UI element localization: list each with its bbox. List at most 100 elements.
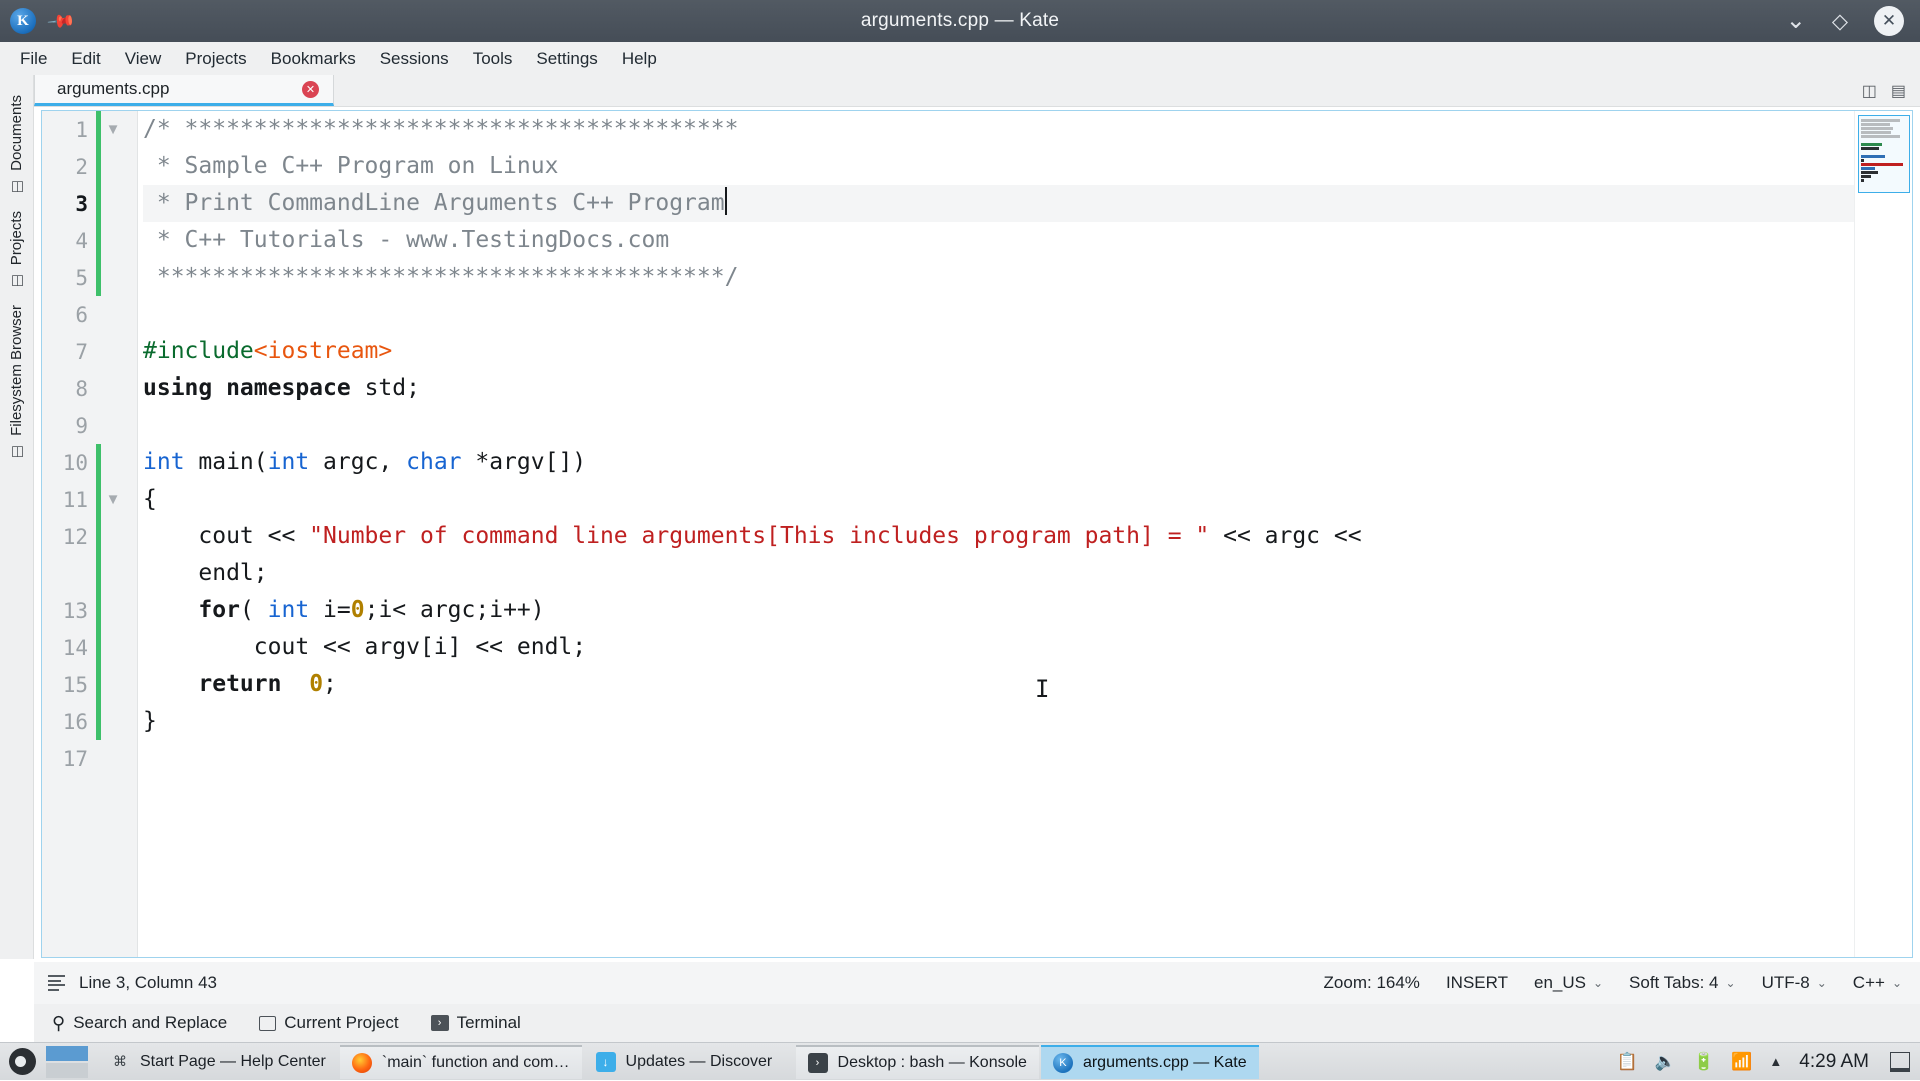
code-line[interactable]: » return 0; [143, 666, 1912, 703]
bottom-tab-terminal[interactable]: › Terminal [425, 1009, 527, 1037]
code-line[interactable]: #include<iostream> [143, 333, 1912, 370]
maximize-button[interactable]: ◇ [1832, 11, 1848, 32]
gutter-row[interactable]: 13 [42, 592, 137, 629]
code-line[interactable]: using namespace std; [143, 370, 1912, 407]
code-line[interactable]: * C++ Tutorials - www.TestingDocs.com [143, 222, 1912, 259]
gutter-row[interactable]: 10 [42, 444, 137, 481]
pin-icon[interactable]: 📌 [46, 6, 77, 36]
gutter-row[interactable]: 8 [42, 370, 137, 407]
menu-help[interactable]: Help [610, 44, 669, 74]
show-desktop-icon[interactable] [1890, 1051, 1910, 1072]
chevron-down-icon: ⌄ [1816, 976, 1827, 990]
code-line[interactable]: for( int i=0;i< argc;i++) [143, 592, 1912, 629]
code-line[interactable] [143, 296, 1912, 333]
input-mode[interactable]: INSERT [1446, 973, 1508, 993]
code-line[interactable]: * Sample C++ Program on Linux [143, 148, 1912, 185]
taskbar-item[interactable]: › Desktop : bash — Konsole [795, 1044, 1039, 1079]
code-text-area[interactable]: /* *************************************… [138, 111, 1912, 957]
menu-edit[interactable]: Edit [59, 44, 112, 74]
code-line[interactable]: } [143, 703, 1912, 740]
taskbar-item[interactable]: ↓ Updates — Discover [584, 1045, 794, 1079]
code-line[interactable]: ↵ endl; [143, 555, 1912, 592]
tab-arguments-cpp[interactable]: arguments.cpp ✕ [34, 75, 334, 106]
gutter-row[interactable]: 7 [42, 333, 137, 370]
taskbar-item[interactable]: ⌘ Start Page — Help Center [98, 1045, 338, 1079]
cursor-position[interactable]: Line 3, Column 43 [79, 973, 217, 993]
editor-gutter[interactable]: 1 ▼ 2 3 4 5 6 7 8 9 10 11 ▼ 12 13 14 15 16 17 [42, 111, 138, 957]
code-line[interactable]: /* *************************************… [143, 111, 1912, 148]
gutter-row[interactable] [42, 555, 137, 592]
bottom-tab-search-and-replace[interactable]: ⚲ Search and Replace [46, 1009, 233, 1038]
gutter-row[interactable]: 9 [42, 407, 137, 444]
tabs-setting-selector[interactable]: Soft Tabs: 4 ⌄ [1629, 973, 1736, 993]
gutter-row[interactable]: 5 [42, 259, 137, 296]
code-line[interactable]: cout << argv[i] << endl; [143, 629, 1912, 666]
sidebar-item-documents[interactable]: ◫ Documents [4, 87, 29, 203]
menu-file[interactable]: File [8, 44, 59, 74]
menu-projects[interactable]: Projects [173, 44, 258, 74]
gutter-row[interactable]: 15 [42, 666, 137, 703]
menu-view[interactable]: View [113, 44, 174, 74]
encoding-selector[interactable]: UTF-8 ⌄ [1762, 973, 1827, 993]
fold-arrow-icon[interactable]: ▼ [101, 491, 125, 508]
code-line[interactable] [143, 740, 1912, 777]
line-number: 14 [62, 635, 88, 660]
gutter-row[interactable]: 16 [42, 703, 137, 740]
code-line[interactable]: int main(int argc, char *argv[]) [143, 444, 1912, 481]
battery-icon[interactable]: 🔋 [1693, 1052, 1714, 1072]
gutter-row[interactable]: 12 [42, 518, 137, 555]
code-editor[interactable]: 1 ▼ 2 3 4 5 6 7 8 9 10 11 ▼ 12 13 14 15 16 17 /* *********… [41, 110, 1913, 958]
highlight-mode-selector[interactable]: C++ ⌄ [1853, 973, 1902, 993]
fold-arrow-icon[interactable]: ▼ [101, 121, 125, 138]
statusbar-left: Line 3, Column 43 [34, 973, 217, 993]
menu-sessions[interactable]: Sessions [368, 44, 461, 74]
statusbar-right: Zoom: 164% INSERT en_US ⌄ Soft Tabs: 4 ⌄… [1324, 973, 1920, 993]
gutter-row[interactable]: 4 [42, 222, 137, 259]
bottom-tab-current-project[interactable]: Current Project [253, 1009, 404, 1037]
tray-expand-icon[interactable]: ▲ [1769, 1054, 1782, 1069]
gutter-row[interactable]: 17 [42, 740, 137, 777]
sidebar-item-filesystem-browser[interactable]: ◫ Filesystem Browser [4, 297, 29, 468]
menu-bookmarks[interactable]: Bookmarks [259, 44, 368, 74]
minimap-line [1861, 159, 1864, 162]
line-number: 6 [75, 302, 88, 327]
clipboard-icon[interactable]: 📋 [1617, 1052, 1638, 1072]
pager-desktop-2[interactable] [46, 1062, 88, 1078]
zoom-level[interactable]: Zoom: 164% [1324, 973, 1420, 993]
taskbar-item[interactable]: Karguments.cpp — Kate [1040, 1044, 1259, 1079]
minimize-button[interactable]: ⌄ [1786, 9, 1806, 33]
close-button[interactable]: ✕ [1874, 6, 1904, 36]
gutter-row[interactable]: 2 [42, 148, 137, 185]
volume-icon[interactable]: 🔈 [1655, 1052, 1676, 1072]
terminal-icon: › [430, 1015, 449, 1031]
menu-tools[interactable]: Tools [461, 44, 525, 74]
code-line[interactable]: * Print CommandLine Arguments C++ Progra… [143, 185, 1912, 222]
gutter-row[interactable]: 14 [42, 629, 137, 666]
menu-settings[interactable]: Settings [524, 44, 609, 74]
split-horizontal-button[interactable]: ▤ [1891, 81, 1906, 101]
line-number: 4 [75, 228, 88, 253]
close-icon[interactable]: ✕ [302, 80, 319, 98]
code-line[interactable]: » cout << "Number of command line argume… [143, 518, 1912, 555]
code-line[interactable]: { [143, 481, 1912, 518]
clock[interactable]: 4:29 AM [1799, 1051, 1869, 1073]
application-launcher-button[interactable] [0, 1043, 44, 1081]
pager-desktop-1[interactable] [46, 1045, 88, 1061]
code-line[interactable]: ****************************************… [143, 259, 1912, 296]
minimap-line [1861, 179, 1864, 182]
language-locale-selector[interactable]: en_US ⌄ [1534, 973, 1603, 993]
gutter-row[interactable]: 6 [42, 296, 137, 333]
window-title: arguments.cpp — Kate [860, 10, 1060, 31]
taskbar-item[interactable]: `main` function and com… [339, 1044, 582, 1079]
minimap-viewport[interactable] [1858, 115, 1910, 193]
editor-minimap-scrollbar[interactable] [1854, 111, 1912, 957]
code-line[interactable] [143, 407, 1912, 444]
virtual-desktop-pager[interactable] [46, 1045, 88, 1078]
gutter-row[interactable]: 1 ▼ [42, 111, 137, 148]
sidebar-item-projects[interactable]: ◫ Projects [4, 203, 29, 297]
line-number: 12 [62, 524, 88, 549]
gutter-row[interactable]: 11 ▼ [42, 481, 137, 518]
split-vertical-button[interactable]: ◫ [1862, 81, 1877, 101]
gutter-row[interactable]: 3 [42, 185, 137, 222]
network-wifi-icon[interactable]: 📶 [1731, 1052, 1752, 1072]
